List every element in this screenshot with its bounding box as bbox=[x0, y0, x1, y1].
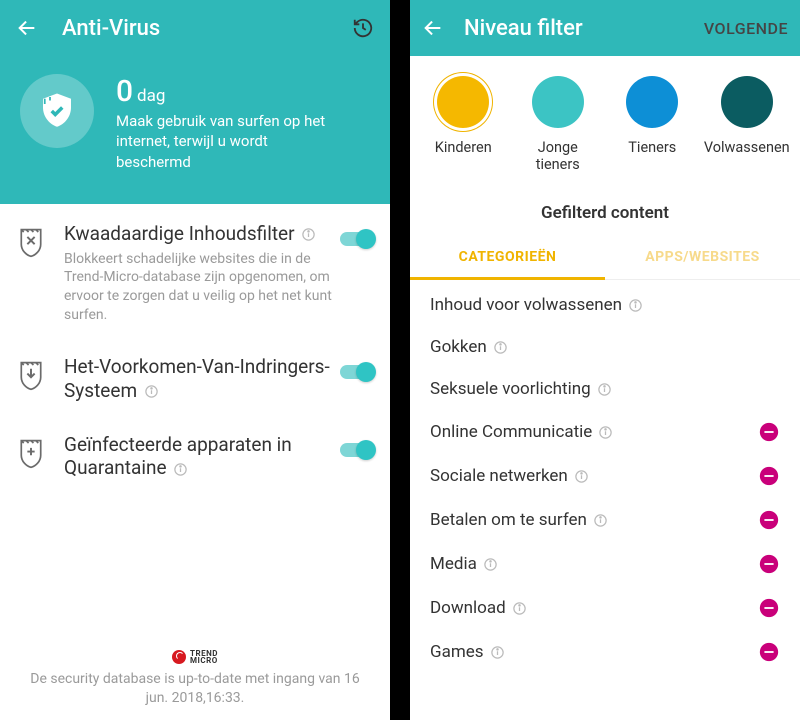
category-row[interactable]: Games bbox=[410, 630, 800, 674]
level-selector: Kinderen Jonge tieners Tieners Volwassenen bbox=[410, 56, 800, 181]
info-icon[interactable] bbox=[301, 227, 316, 242]
level-label: Jonge tieners bbox=[515, 140, 601, 173]
category-label: Seksuele voorlichting bbox=[430, 379, 591, 399]
category-label: Betalen om te surfen bbox=[430, 510, 587, 530]
trend-micro-icon bbox=[172, 650, 186, 664]
level-option[interactable]: Tieners bbox=[609, 76, 695, 173]
info-icon[interactable] bbox=[173, 462, 188, 477]
category-row[interactable]: Download bbox=[410, 586, 800, 630]
category-row[interactable]: Media bbox=[410, 542, 800, 586]
remove-icon[interactable] bbox=[758, 553, 780, 575]
tab-categories[interactable]: CATEGORIEËN bbox=[410, 237, 605, 280]
shield-dl-icon bbox=[16, 359, 48, 393]
category-row[interactable]: Sociale netwerken bbox=[410, 454, 800, 498]
info-icon[interactable] bbox=[628, 298, 643, 313]
category-row[interactable]: Betalen om te surfen bbox=[410, 498, 800, 542]
back-icon[interactable] bbox=[16, 17, 38, 39]
filtered-content-heading: Gefilterd content bbox=[410, 203, 800, 223]
level-label: Volwassenen bbox=[704, 140, 790, 157]
setting-title: Geïnfecteerde apparaten in Quarantaine bbox=[64, 433, 340, 481]
remove-icon[interactable] bbox=[758, 465, 780, 487]
toggle-switch[interactable] bbox=[340, 443, 374, 457]
info-icon[interactable] bbox=[597, 382, 612, 397]
tabs: CATEGORIEËN APPS/WEBSITES bbox=[410, 237, 800, 280]
page-title: Niveau filter bbox=[464, 16, 583, 41]
category-label: Sociale netwerken bbox=[430, 466, 568, 486]
antivirus-screen: Anti-Virus 0 dag Maak gebruik van surfen… bbox=[0, 0, 390, 720]
category-label: Download bbox=[430, 598, 506, 618]
category-row[interactable]: Seksuele voorlichting bbox=[410, 368, 800, 410]
back-icon[interactable] bbox=[422, 17, 444, 39]
antivirus-header: Anti-Virus 0 dag Maak gebruik van surfen… bbox=[0, 0, 390, 204]
setting-title: Het-Voorkomen-Van-Indringers-Systeem bbox=[64, 355, 340, 403]
days-count: 0 bbox=[116, 74, 133, 109]
category-label: Games bbox=[430, 642, 484, 662]
remove-icon[interactable] bbox=[758, 421, 780, 443]
filter-level-screen: Niveau filter VOLGENDE Kinderen Jonge tie… bbox=[410, 0, 800, 720]
setting-row: Geïnfecteerde apparaten in Quarantaine bbox=[0, 415, 390, 493]
shield-x-icon bbox=[16, 226, 48, 260]
page-title: Anti-Virus bbox=[62, 16, 160, 41]
db-status-text: De security database is up-to-date met i… bbox=[24, 670, 366, 708]
brand-name: TRENDMICRO bbox=[190, 650, 218, 664]
level-option[interactable]: Jonge tieners bbox=[515, 76, 601, 173]
toggle-switch[interactable] bbox=[340, 365, 374, 379]
remove-icon[interactable] bbox=[758, 509, 780, 531]
setting-desc: Blokkeert schadelijke websites die in de… bbox=[64, 250, 340, 326]
brand-logo: TRENDMICRO bbox=[172, 650, 218, 664]
level-label: Tieners bbox=[609, 140, 695, 157]
info-icon[interactable] bbox=[490, 645, 505, 660]
info-icon[interactable] bbox=[512, 601, 527, 616]
info-icon[interactable] bbox=[598, 425, 613, 440]
setting-row: Kwaadaardige Inhoudsfilter Blokkeert sch… bbox=[0, 204, 390, 337]
level-option[interactable]: Kinderen bbox=[420, 76, 506, 173]
info-icon[interactable] bbox=[574, 469, 589, 484]
shield-check-icon bbox=[20, 74, 94, 148]
info-icon[interactable] bbox=[144, 384, 159, 399]
info-icon[interactable] bbox=[493, 340, 508, 355]
info-icon[interactable] bbox=[483, 557, 498, 572]
setting-title: Kwaadaardige Inhoudsfilter bbox=[64, 222, 340, 246]
level-option[interactable]: Volwassenen bbox=[704, 76, 790, 173]
category-row[interactable]: Inhoud voor volwassenen bbox=[410, 284, 800, 326]
remove-icon[interactable] bbox=[758, 597, 780, 619]
history-icon[interactable] bbox=[352, 17, 374, 39]
level-label: Kinderen bbox=[420, 140, 506, 157]
hero-text: 0 dag Maak gebruik van surfen op het int… bbox=[116, 74, 326, 172]
category-row[interactable]: Gokken bbox=[410, 326, 800, 368]
level-dot-icon bbox=[626, 76, 678, 128]
category-list: Inhoud voor volwassenen Gokken Seksuele vo… bbox=[410, 280, 800, 678]
days-unit: dag bbox=[137, 86, 165, 106]
hero-subtitle: Maak gebruik van surfen op het internet,… bbox=[116, 111, 326, 172]
category-label: Gokken bbox=[430, 337, 487, 357]
shield-plus-icon bbox=[16, 437, 48, 471]
tab-apps-websites[interactable]: APPS/WEBSITES bbox=[605, 237, 800, 280]
info-icon[interactable] bbox=[593, 513, 608, 528]
level-dot-icon bbox=[437, 76, 489, 128]
toggle-switch[interactable] bbox=[340, 232, 374, 246]
category-label: Online Communicatie bbox=[430, 422, 592, 442]
category-label: Media bbox=[430, 554, 477, 574]
category-row[interactable]: Online Communicatie bbox=[410, 410, 800, 454]
level-dot-icon bbox=[532, 76, 584, 128]
next-button[interactable]: VOLGENDE bbox=[704, 19, 788, 38]
footer: TRENDMICRO De security database is up-to… bbox=[0, 649, 390, 708]
category-label: Inhoud voor volwassenen bbox=[430, 295, 622, 315]
level-dot-icon bbox=[721, 76, 773, 128]
remove-icon[interactable] bbox=[758, 641, 780, 663]
setting-row: Het-Voorkomen-Van-Indringers-Systeem bbox=[0, 337, 390, 415]
